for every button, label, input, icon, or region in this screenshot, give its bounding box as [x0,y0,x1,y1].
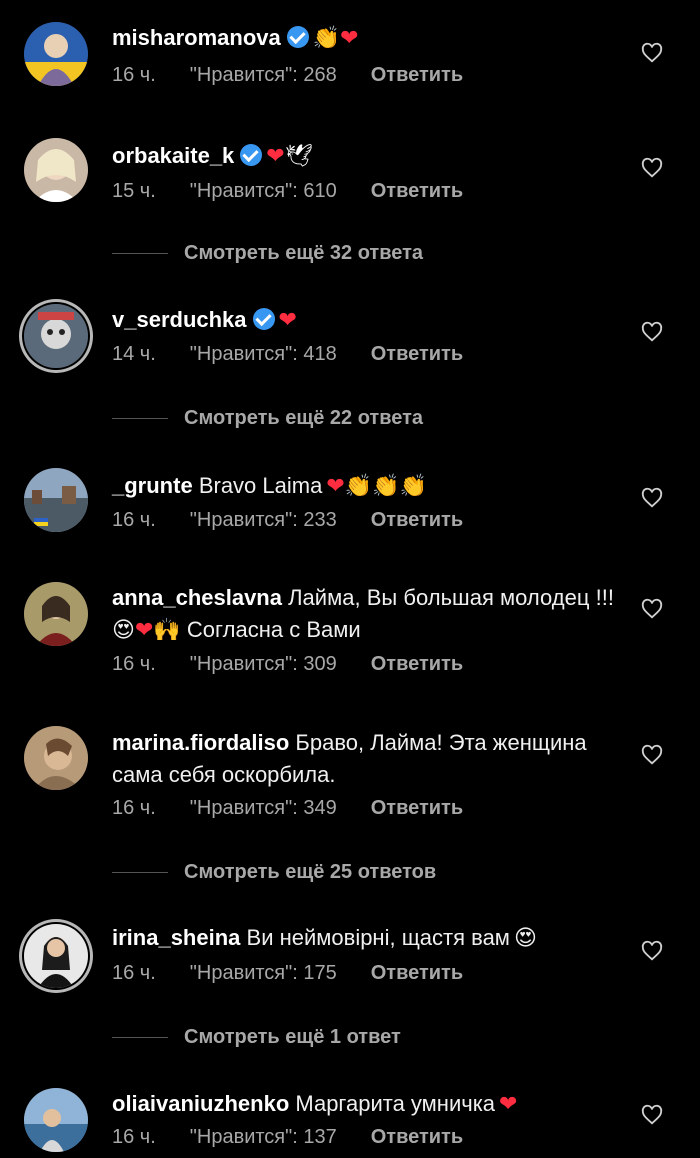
comment-likes[interactable]: "Нравится": 233 [190,509,337,531]
divider [112,418,168,420]
comment-emoji: 👏❤ [312,26,359,51]
divider [112,1037,168,1039]
comment-likes[interactable]: "Нравится": 268 [190,64,337,86]
reply-button[interactable]: Ответить [371,343,463,365]
comment-likes[interactable]: "Нравится": 610 [190,180,337,202]
like-button[interactable] [641,487,663,509]
comment-likes[interactable]: "Нравится": 309 [190,653,337,675]
comment-meta: 16 ч. "Нравится": 175 Ответить [112,962,497,985]
heart-outline-icon [641,157,663,178]
comment-likes[interactable]: "Нравится": 349 [190,797,337,819]
comment-emoji: ❤👏👏👏 [326,474,427,499]
comment-time: 15 ч. [112,180,156,202]
verified-badge-icon [252,308,275,330]
view-more-label[interactable]: Смотреть ещё 25 ответов [184,861,436,883]
reply-button[interactable]: Ответить [371,180,463,202]
comment-meta: 16 ч. "Нравится": 137 Ответить [112,1126,497,1149]
comment-username[interactable]: oliaivaniuzhenko [112,1091,289,1116]
comment-text: irina_sheina Ви неймовірні, щастя вам 😍 [112,922,622,955]
reply-button[interactable]: Ответить [371,653,463,675]
comment-meta: 14 ч. "Нравится": 418 Ответить [112,343,497,366]
view-more-replies[interactable]: Смотреть ещё 25 ответов [112,857,436,887]
comment-likes[interactable]: "Нравится": 418 [190,343,337,365]
comment-likes[interactable]: "Нравится": 137 [190,1126,337,1148]
comment-body: Bravo Laima [198,473,323,498]
comment-meta: 16 ч. "Нравится": 268 Ответить [112,64,497,87]
heart-outline-icon [641,744,663,765]
comment-text: marina.fiordaliso Браво, Лайма! Эта женщ… [112,727,622,791]
comment-meta: 16 ч. "Нравится": 233 Ответить [112,509,497,532]
avatar[interactable] [24,582,88,646]
comment-username[interactable]: v_serduchka [112,307,247,332]
comment-time: 16 ч. [112,64,156,86]
comment-username[interactable]: irina_sheina [112,925,240,950]
comment-text: v_serduchka ❤ [112,304,622,337]
reply-button[interactable]: Ответить [371,1126,463,1148]
reply-button[interactable]: Ответить [371,509,463,531]
comment-meta: 15 ч. "Нравится": 610 Ответить [112,180,497,203]
comment-emoji: ❤ [278,308,297,333]
like-button[interactable] [641,157,663,179]
heart-outline-icon [641,487,663,508]
comment-time: 16 ч. [112,653,156,675]
comment-time: 14 ч. [112,343,156,365]
comment-emoji: ❤ [499,1092,518,1117]
avatar[interactable] [24,22,88,86]
comment-body: Маргарита умничка [295,1091,496,1116]
heart-outline-icon [641,598,663,619]
like-button[interactable] [641,321,663,343]
comment-time: 16 ч. [112,797,156,819]
view-more-label[interactable]: Смотреть ещё 32 ответа [184,242,423,264]
view-more-label[interactable]: Смотреть ещё 22 ответа [184,407,423,429]
comment-text: orbakaite_k ❤🕊 [112,140,622,173]
like-button[interactable] [641,940,663,962]
view-more-replies[interactable]: Смотреть ещё 1 ответ [112,1022,401,1052]
comment-time: 16 ч. [112,962,156,984]
view-more-replies[interactable]: Смотреть ещё 22 ответа [112,403,423,433]
comment-username[interactable]: marina.fiordaliso [112,730,289,755]
avatar[interactable] [24,924,88,988]
comment-meta: 16 ч. "Нравится": 309 Ответить [112,653,497,676]
like-button[interactable] [641,744,663,766]
comment-username[interactable]: _grunte [112,473,193,498]
verified-badge-icon [240,144,263,166]
comment-text: _grunte Bravo Laima ❤👏👏👏 [112,470,622,503]
heart-outline-icon [641,42,663,63]
view-more-label[interactable]: Смотреть ещё 1 ответ [184,1026,401,1048]
comment-body: Ви неймовірні, щастя вам [246,925,510,950]
avatar[interactable] [24,726,88,790]
reply-button[interactable]: Ответить [371,797,463,819]
avatar[interactable] [24,138,88,202]
comment-emoji: 😍 [513,926,537,951]
comment-username[interactable]: misharomanova [112,25,281,50]
comment-meta: 16 ч. "Нравится": 349 Ответить [112,797,497,820]
comment-text: misharomanova 👏❤ [112,22,622,55]
reply-button[interactable]: Ответить [371,962,463,984]
like-button[interactable] [641,42,663,64]
like-button[interactable] [641,598,663,620]
comment-text: anna_cheslavna Лайма, Вы большая молодец… [112,582,622,646]
heart-outline-icon [641,940,663,961]
comment-likes[interactable]: "Нравится": 175 [190,962,337,984]
verified-badge-icon [286,26,309,48]
heart-outline-icon [641,321,663,342]
heart-outline-icon [641,1104,663,1125]
view-more-replies[interactable]: Смотреть ещё 32 ответа [112,238,423,268]
like-button[interactable] [641,1104,663,1126]
avatar[interactable] [24,1088,88,1152]
comment-username[interactable]: orbakaite_k [112,143,234,168]
avatar[interactable] [24,468,88,532]
comment-emoji: ❤🕊 [266,144,313,169]
reply-button[interactable]: Ответить [371,64,463,86]
avatar[interactable] [24,304,88,368]
comment-time: 16 ч. [112,1126,156,1148]
divider [112,253,168,255]
comment-text: oliaivaniuzhenko Маргарита умничка ❤ [112,1088,622,1121]
divider [112,872,168,874]
comment-time: 16 ч. [112,509,156,531]
comment-username[interactable]: anna_cheslavna [112,585,282,610]
